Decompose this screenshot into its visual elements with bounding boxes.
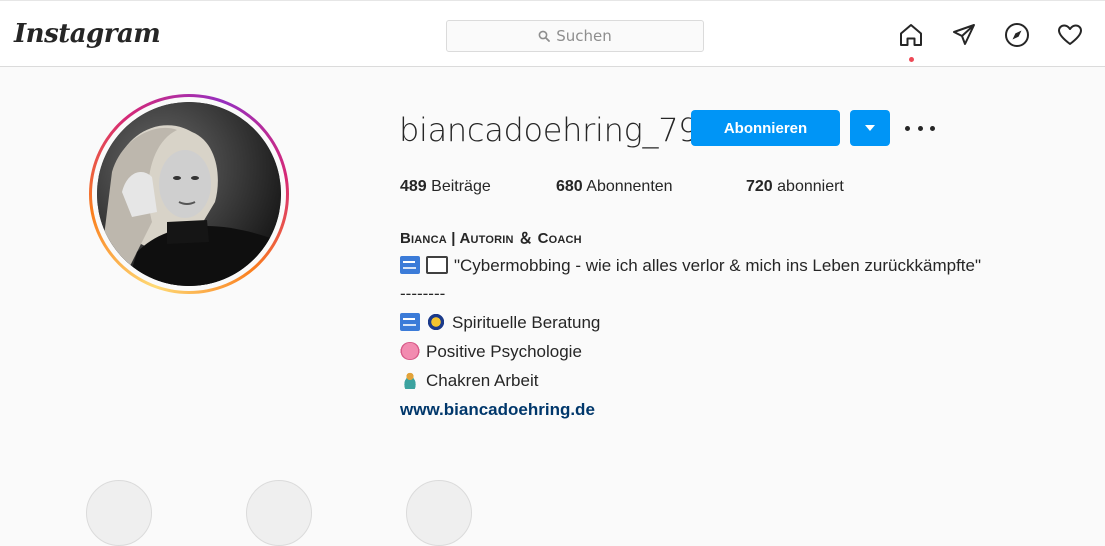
bio-full-name: Bianca | Autorin ＆ Coach (400, 230, 582, 247)
bio-line1-text: "Cybermobbing - wie ich alles verlor & m… (454, 256, 982, 275)
highlight-circle[interactable] (246, 480, 312, 546)
highlight-circle[interactable] (406, 480, 472, 546)
bio-line-book: "Cybermobbing - wie ich alles verlor & m… (400, 256, 981, 276)
bio-line-psychology: Positive Psychologie (400, 342, 582, 362)
highlight-circle[interactable] (86, 480, 152, 546)
meditating-person-icon (400, 371, 420, 389)
search-placeholder: Suchen (556, 27, 612, 45)
bio-line-chakra: Chakren Arbeit (400, 371, 538, 391)
posts-stat: 489 Beiträge (400, 178, 491, 196)
brain-icon (400, 342, 420, 360)
bio-line2-text: Spirituelle Beratung (452, 313, 601, 332)
profile-username: biancadoehring_79 (399, 111, 699, 149)
bio-line-spiritual: Spirituelle Beratung (400, 313, 600, 333)
home-active-dot (909, 57, 914, 62)
activity-icon[interactable] (1057, 22, 1083, 48)
top-navigation: Instagram Suchen (0, 0, 1105, 67)
direct-icon[interactable] (951, 22, 977, 48)
flying-saucer-icon (426, 313, 446, 331)
story-ring[interactable] (89, 94, 289, 294)
following-label: abonniert (777, 178, 844, 195)
soon-arrow-icon (400, 256, 420, 274)
suggested-dropdown-button[interactable] (850, 110, 890, 146)
follow-button[interactable]: Abonnieren (691, 110, 840, 146)
home-icon[interactable] (898, 22, 924, 48)
more-options-button[interactable] (905, 116, 935, 140)
open-book-icon (426, 256, 448, 274)
bio-line3-text: Positive Psychologie (426, 342, 582, 361)
following-stat[interactable]: 720 abonniert (746, 178, 844, 196)
followers-count: 680 (556, 178, 583, 195)
posts-count: 489 (400, 178, 427, 195)
following-count: 720 (746, 178, 773, 195)
bio-line4-text: Chakren Arbeit (426, 371, 539, 390)
followers-label: Abonnenten (586, 178, 673, 195)
profile-avatar[interactable] (97, 102, 281, 286)
posts-label: Beiträge (431, 178, 491, 195)
avatar-photo (97, 102, 281, 286)
followers-stat[interactable]: 680 Abonnenten (556, 178, 673, 196)
instagram-logo[interactable]: Instagram (14, 19, 161, 49)
bio-separator: -------- (400, 284, 446, 303)
search-input[interactable]: Suchen (446, 20, 704, 52)
bio-website-link[interactable]: www.biancadoehring.de (400, 400, 595, 420)
search-icon (538, 30, 551, 42)
explore-icon[interactable] (1004, 22, 1030, 48)
chevron-down-icon (865, 125, 875, 131)
soon-arrow-icon (400, 313, 420, 331)
